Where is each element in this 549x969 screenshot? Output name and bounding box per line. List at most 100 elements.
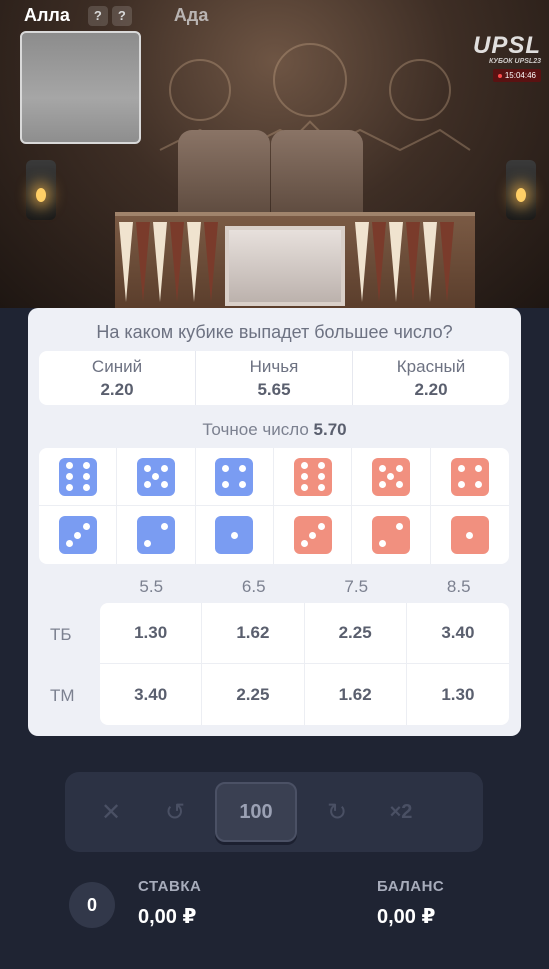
die-pip <box>160 481 168 489</box>
threshold-label: 7.5 <box>344 577 369 596</box>
die-pip <box>239 481 247 489</box>
undo-button[interactable]: ↺ <box>143 782 207 842</box>
die-pip <box>65 462 73 470</box>
die-pip <box>395 481 403 489</box>
outcome-label: Ничья <box>249 356 299 376</box>
die-pip <box>74 531 82 539</box>
exact-odds: 5.70 <box>313 420 347 439</box>
dice-cell[interactable] <box>274 448 353 506</box>
outcome-draw[interactable]: Ничья 5.65 <box>196 351 353 405</box>
chair-left <box>178 130 270 218</box>
stake-value: 0,00 ₽ <box>138 906 197 928</box>
die-pip <box>466 531 474 539</box>
dice-cell[interactable] <box>117 448 196 506</box>
camera-preview <box>20 31 141 144</box>
die-pip <box>379 481 387 489</box>
row-label-under: ТМ <box>50 686 75 705</box>
odds-cell[interactable]: 1.62 <box>305 664 407 725</box>
outcome-blue[interactable]: Синий 2.20 <box>39 351 196 405</box>
odds-cell[interactable]: 2.25 <box>304 603 407 664</box>
dice-cell[interactable] <box>352 448 431 506</box>
die-pip <box>230 531 238 539</box>
unknown-badge: ? <box>87 5 108 26</box>
dice-cell[interactable] <box>39 448 118 506</box>
die-pip <box>239 464 247 472</box>
blue-die-4-icon <box>215 457 254 496</box>
stream-time-text: 15:04:46 <box>504 71 536 80</box>
die-pip <box>474 481 482 489</box>
board-spikes-left <box>119 222 218 302</box>
balance-value: 0,00 ₽ <box>377 906 436 928</box>
die-pip <box>65 483 73 491</box>
redo-button[interactable]: ↻ <box>305 782 369 842</box>
threshold-label: 8.5 <box>446 577 471 596</box>
dice-cell[interactable] <box>196 506 274 564</box>
outcome-odds: 2.20 <box>100 379 134 399</box>
outcome-label: Синий <box>91 356 143 376</box>
blue-die-2-icon <box>136 516 175 554</box>
lantern-right <box>506 160 536 220</box>
totals-row-labels: ТБ ТМ <box>50 604 100 726</box>
die-pip <box>300 462 308 470</box>
die-pip <box>82 462 90 470</box>
dice-cell[interactable] <box>117 506 196 564</box>
die-pip <box>474 464 482 472</box>
clear-button[interactable]: ✕ <box>79 782 143 842</box>
player-left-name: Алла <box>24 5 70 25</box>
die-pip <box>300 539 308 547</box>
die-pip <box>222 481 230 489</box>
dice-cell[interactable] <box>195 448 274 506</box>
players-bar: Алла ? ? Ада <box>0 0 549 31</box>
red-die-2-icon <box>371 516 410 554</box>
outcome-red[interactable]: Красный 2.20 <box>353 351 509 405</box>
double-button[interactable]: ×2 <box>369 782 433 842</box>
die-pip <box>144 464 152 472</box>
backgammon-board <box>115 212 475 308</box>
board-spikes-right <box>355 222 454 302</box>
bet-question: На каком кубике выпадет большее число? <box>96 322 453 342</box>
dice-cell[interactable] <box>39 506 118 564</box>
red-die-1-icon <box>450 516 489 554</box>
odds-cell[interactable]: 3.40 <box>406 603 509 664</box>
odds-cell[interactable]: 1.30 <box>100 603 203 664</box>
die-pip <box>395 523 403 531</box>
odds-cell[interactable]: 1.62 <box>202 603 305 664</box>
die-pip <box>387 473 395 480</box>
logo-text: UPSL <box>472 32 541 59</box>
odds-cell[interactable]: 2.25 <box>202 664 305 725</box>
player-right-name: Ада <box>173 5 209 25</box>
odds-cell[interactable]: 3.40 <box>100 664 203 725</box>
dice-cell[interactable] <box>352 506 431 564</box>
blue-die-5-icon <box>136 457 175 496</box>
die-pip <box>309 531 317 539</box>
dice-grid <box>39 448 509 564</box>
die-pip <box>144 539 152 547</box>
bet-count-badge: 0 <box>69 882 115 928</box>
die-pip <box>317 483 325 491</box>
red-die-3-icon <box>293 516 332 554</box>
red-die-4-icon <box>450 457 489 496</box>
red-die-5-icon <box>371 457 410 496</box>
die-pip <box>152 473 160 480</box>
stake-label: СТАВКА <box>138 878 202 895</box>
die-pip <box>160 464 168 472</box>
die-pip <box>144 481 152 489</box>
die-pip <box>82 473 90 480</box>
die-pip <box>317 523 325 531</box>
threshold-label: 5.5 <box>139 577 164 596</box>
dice-cell[interactable] <box>274 506 353 564</box>
winner-outcomes: Синий 2.20 Ничья 5.65 Красный 2.20 <box>39 351 509 405</box>
chip-amount-button[interactable]: 100 <box>215 782 297 842</box>
outcome-odds: 2.20 <box>414 379 448 399</box>
dice-cell[interactable] <box>430 448 509 506</box>
die-pip <box>457 481 465 489</box>
die-pip <box>82 483 90 491</box>
outcome-label: Красный <box>396 356 466 376</box>
dice-cell[interactable] <box>431 506 509 564</box>
die-pip <box>300 483 308 491</box>
live-dot-icon <box>497 73 502 78</box>
unknown-badge: ? <box>111 5 132 26</box>
player-badges: ? ? <box>84 5 132 26</box>
odds-cell[interactable]: 1.30 <box>407 664 509 725</box>
blue-die-3-icon <box>58 516 97 554</box>
